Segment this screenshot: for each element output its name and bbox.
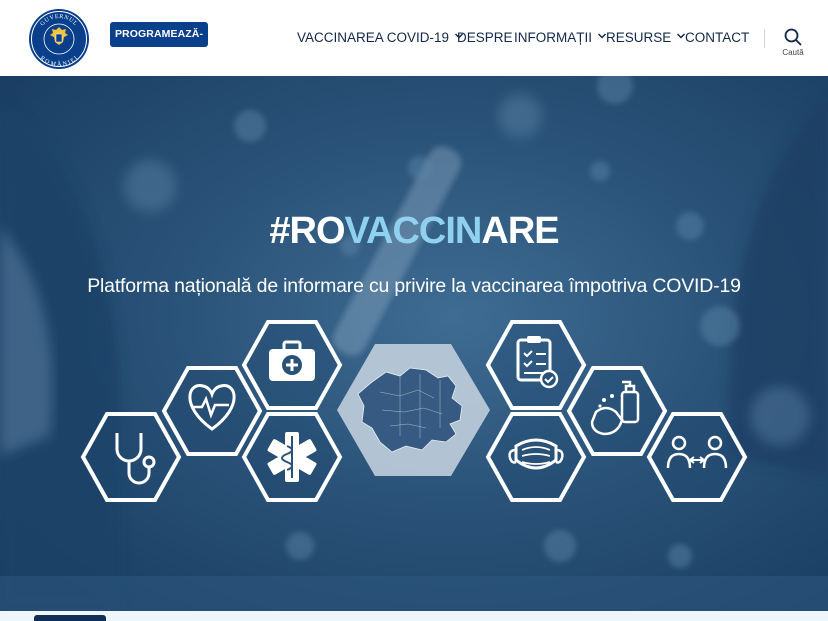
site-header: GUVERNUL ROMÂNIEI PROGRAMEAZĂ-TE VACCINA…: [0, 0, 828, 76]
search-label: Caută: [782, 48, 804, 57]
nav-item-resurse[interactable]: RESURSE: [606, 30, 686, 45]
nav-item-label: RESURSE: [606, 30, 672, 45]
search-button[interactable]: Caută: [778, 28, 808, 64]
government-logo[interactable]: GUVERNUL ROMÂNIEI: [28, 8, 90, 70]
hand-sanitizer-icon: [566, 366, 668, 456]
nav-item-informatii[interactable]: INFORMAȚII: [514, 30, 607, 45]
heartbeat-icon: [161, 366, 263, 456]
search-icon: [784, 28, 802, 46]
stethoscope-icon: [80, 412, 182, 502]
first-aid-kit-icon: [241, 320, 343, 410]
checklist-icon: [485, 320, 587, 410]
nav-item-contact[interactable]: CONTACT: [685, 30, 749, 45]
social-distancing-icon: [646, 412, 748, 502]
medical-star-icon: [241, 412, 343, 502]
hero-banner: #ROVACCINARE Platforma națională de info…: [0, 76, 828, 611]
hexagon-icon-cluster: [80, 320, 748, 502]
romania-map-icon: [337, 344, 490, 476]
schedule-button[interactable]: PROGRAMEAZĂ-TE: [110, 22, 208, 65]
nav-item-despre[interactable]: DESPRE: [457, 30, 513, 45]
nav-item-label: CONTACT: [685, 30, 750, 45]
nav-item-label: DESPRE: [457, 30, 513, 45]
content-tab[interactable]: [34, 615, 106, 621]
nav-item-label: INFORMAȚII: [514, 30, 592, 45]
face-mask-icon: [485, 412, 587, 502]
content-strip: [0, 611, 828, 621]
nav-item-vaccinare[interactable]: VACCINAREA COVID-19: [297, 30, 464, 45]
nav-item-label: VACCINAREA COVID-19: [297, 30, 450, 45]
nav-divider: [764, 29, 765, 48]
